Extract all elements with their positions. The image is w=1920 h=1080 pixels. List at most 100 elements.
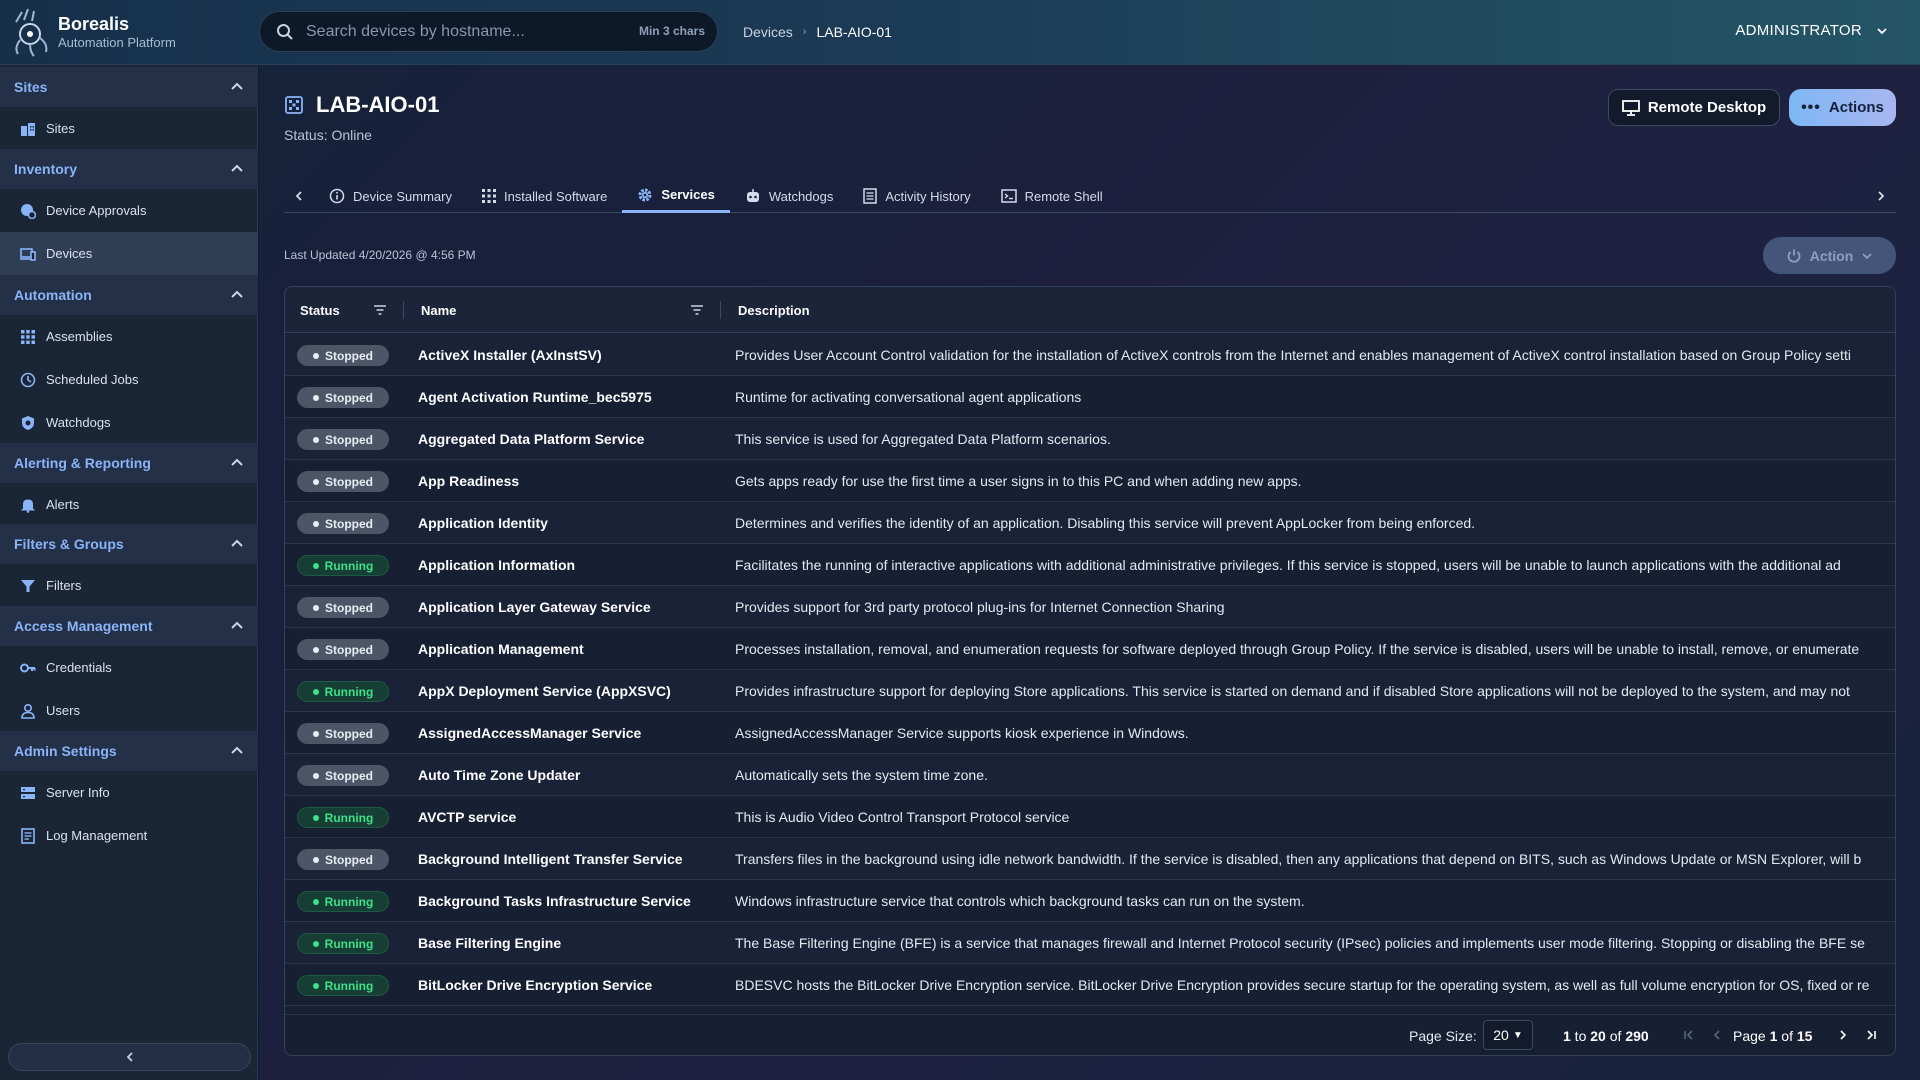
page-indicator: Page 1 of 15 — [1733, 1028, 1813, 1044]
table-row[interactable]: Stopped Application Management Processes i… — [285, 628, 1895, 670]
table-row[interactable]: Stopped Auto Time Zone Updater Automatical… — [285, 754, 1895, 796]
tab-device-summary[interactable]: Device Summary — [314, 180, 467, 213]
previous-page-button[interactable] — [1709, 1027, 1725, 1043]
page-title: LAB-AIO-01 — [316, 92, 440, 117]
table-row[interactable]: Stopped ActiveX Installer (AxInstSV) Provi… — [285, 334, 1895, 376]
status-badge: Stopped — [297, 597, 389, 618]
user-menu[interactable]: ADMINISTRATOR — [1735, 22, 1888, 39]
sidebar-item-credentials[interactable]: Credentials — [0, 646, 258, 689]
column-header-name[interactable]: Name — [421, 287, 456, 333]
table-row[interactable]: Stopped Application Identity Determines an… — [285, 502, 1895, 544]
group-title: Automation — [14, 287, 92, 303]
actions-button[interactable]: ••• Actions — [1789, 89, 1896, 126]
status-badge: Stopped — [297, 765, 389, 786]
sidebar-item-scheduled-jobs[interactable]: Scheduled Jobs — [0, 358, 258, 401]
tab-activity-history[interactable]: Activity History — [848, 180, 985, 213]
sidebar-item-label: Sites — [46, 121, 75, 136]
gear-icon — [638, 188, 652, 201]
sidebar-item-devices[interactable]: Devices — [0, 232, 258, 275]
page-size-select[interactable]: 20 ▼ — [1483, 1020, 1533, 1050]
status-dot-icon — [313, 604, 319, 611]
table-row[interactable]: Running BitLocker Drive Encryption Servic… — [285, 964, 1895, 1006]
filter-icon[interactable] — [690, 303, 704, 317]
column-divider[interactable] — [720, 301, 721, 319]
status-dot-icon — [313, 772, 319, 779]
sidebar-group-access[interactable]: Access Management — [0, 606, 258, 646]
status-dot-icon — [312, 688, 319, 695]
table-row[interactable]: Stopped Application Layer Gateway Service… — [285, 586, 1895, 628]
tab-services[interactable]: Services — [622, 180, 730, 213]
sidebar-item-log-management[interactable]: Log Management — [0, 814, 258, 857]
service-description: BDESVC hosts the BitLocker Drive Encrypt… — [735, 976, 1870, 993]
pagination: Page Size: 20 ▼ 1 to 20 of 290 Page 1 of… — [285, 1014, 1895, 1055]
grid-icon — [21, 329, 35, 344]
next-page-button[interactable] — [1835, 1027, 1851, 1043]
tab-installed-software[interactable]: Installed Software — [467, 180, 622, 213]
filter-icon[interactable] — [373, 303, 387, 317]
table-row[interactable]: Running AppX Deployment Service (AppXSVC)… — [285, 670, 1895, 712]
status-label: Running — [324, 936, 374, 951]
table-row[interactable]: Stopped Agent Activation Runtime_bec5975 R… — [285, 376, 1895, 418]
sidebar-group-admin[interactable]: Admin Settings — [0, 731, 258, 771]
table-row[interactable]: Running Base Filtering Engine The Base Fil… — [285, 922, 1895, 964]
sidebar-group-alerting[interactable]: Alerting & Reporting — [0, 443, 258, 483]
sidebar-group-filters[interactable]: Filters & Groups — [0, 524, 258, 564]
table-row[interactable]: Stopped App Readiness Gets apps ready for … — [285, 460, 1895, 502]
status-badge: Running — [297, 681, 389, 702]
search-box[interactable]: Min 3 chars — [259, 11, 718, 52]
sidebar-item-watchdogs[interactable]: Watchdogs — [0, 401, 258, 444]
search-hint: Min 3 chars — [638, 24, 705, 38]
sidebar-item-sites[interactable]: Sites — [0, 107, 258, 150]
group-title: Admin Settings — [14, 743, 117, 759]
column-divider[interactable] — [403, 301, 404, 319]
tabs-scroll-right[interactable] — [1866, 181, 1896, 211]
tabs-scroll-left[interactable] — [284, 181, 314, 211]
tab-remote-shell[interactable]: Remote Shell — [986, 180, 1118, 213]
service-description: The Base Filtering Engine (BFE) is a ser… — [735, 934, 1865, 951]
sidebar-item-server-info[interactable]: Server Info — [0, 771, 258, 814]
search-input[interactable] — [306, 22, 626, 41]
sidebar-collapse-button[interactable] — [8, 1043, 251, 1071]
last-page-button[interactable] — [1863, 1027, 1879, 1043]
service-name: Aggregated Data Platform Service — [418, 430, 645, 447]
service-description: Gets apps ready for use the first time a… — [735, 472, 1302, 489]
service-name: App Readiness — [418, 472, 520, 489]
column-header-description[interactable]: Description — [738, 287, 810, 333]
table-row[interactable]: Stopped AssignedAccessManager Service Assi… — [285, 712, 1895, 754]
sidebar-item-users[interactable]: Users — [0, 689, 258, 732]
table-row[interactable]: Running AVCTP service This is Audio Video … — [285, 796, 1895, 838]
sidebar-item-label: Device Approvals — [46, 203, 147, 218]
sidebar-item-device-approvals[interactable]: Device Approvals — [0, 189, 258, 232]
status-badge: Stopped — [297, 471, 389, 492]
device-status: Status: Online — [284, 127, 372, 143]
table-row[interactable]: Stopped Background Intelligent Transfer S… — [285, 838, 1895, 880]
sidebar-group-inventory[interactable]: Inventory — [0, 149, 258, 189]
breadcrumb-devices[interactable]: Devices — [743, 24, 793, 40]
table-row[interactable]: Stopped Aggregated Data Platform Service T… — [285, 418, 1895, 460]
search-icon — [277, 23, 293, 40]
sidebar-group-sites[interactable]: Sites — [0, 67, 258, 107]
service-action-button[interactable]: Action — [1763, 237, 1896, 274]
service-description: This service is used for Aggregated Data… — [735, 430, 1111, 447]
service-name: BitLocker Drive Encryption Service — [418, 976, 653, 993]
status-badge: Stopped — [297, 639, 389, 660]
sidebar-item-filters[interactable]: Filters — [0, 564, 258, 607]
status-dot-icon — [313, 646, 319, 653]
log-icon — [21, 827, 35, 844]
tab-watchdogs[interactable]: Watchdogs — [730, 180, 849, 213]
table-row[interactable]: Running Application Information Facilitate… — [285, 544, 1895, 586]
remote-desktop-button[interactable]: Remote Desktop — [1608, 89, 1780, 126]
table-row[interactable]: Running Background Tasks Infrastructure S… — [285, 880, 1895, 922]
building-icon — [21, 122, 35, 136]
brand[interactable]: Borealis Automation Platform — [8, 6, 176, 58]
service-description: Transfers files in the background using … — [735, 850, 1862, 867]
sidebar-item-assemblies[interactable]: Assemblies — [0, 315, 258, 358]
info-icon — [329, 188, 345, 204]
sidebar-item-alerts[interactable]: Alerts — [0, 483, 258, 526]
server-icon — [21, 786, 35, 799]
first-page-button[interactable] — [1681, 1027, 1697, 1043]
service-description: Determines and verifies the identity of … — [735, 514, 1476, 531]
sidebar-group-automation[interactable]: Automation — [0, 275, 258, 315]
column-header-status[interactable]: Status — [300, 287, 340, 333]
brand-subtitle: Automation Platform — [58, 35, 176, 50]
